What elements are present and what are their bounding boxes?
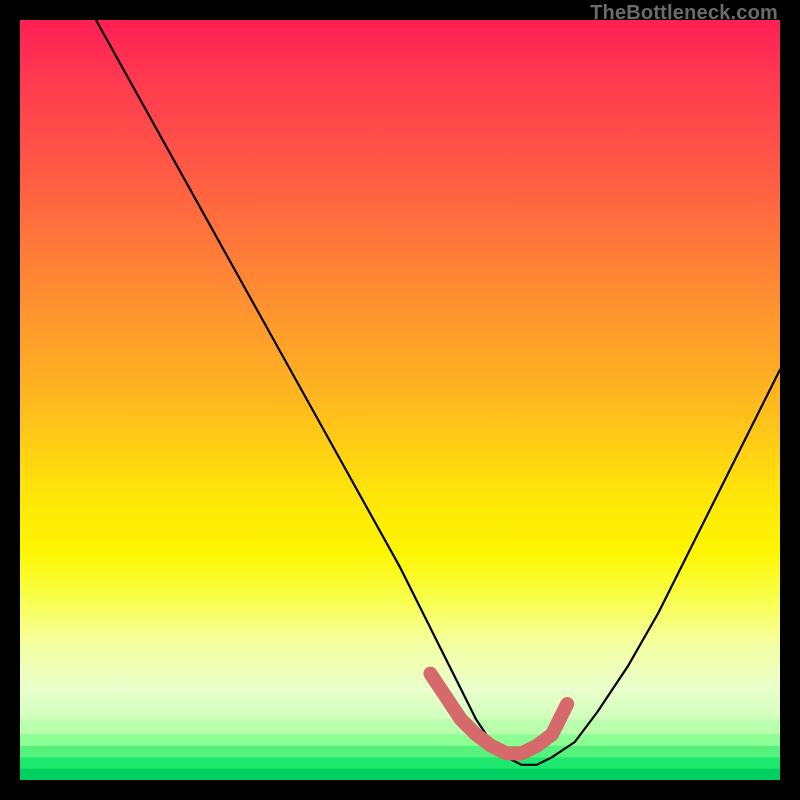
green-band xyxy=(20,757,780,768)
green-band xyxy=(20,769,780,780)
green-band xyxy=(20,734,780,745)
chart-overlay xyxy=(20,20,780,780)
green-band xyxy=(20,719,780,734)
bottom-green-bands xyxy=(20,719,780,780)
green-band xyxy=(20,746,780,757)
bottleneck-curve xyxy=(96,20,780,765)
watermark-text: TheBottleneck.com xyxy=(590,2,778,25)
chart-frame: TheBottleneck.com xyxy=(0,0,800,800)
